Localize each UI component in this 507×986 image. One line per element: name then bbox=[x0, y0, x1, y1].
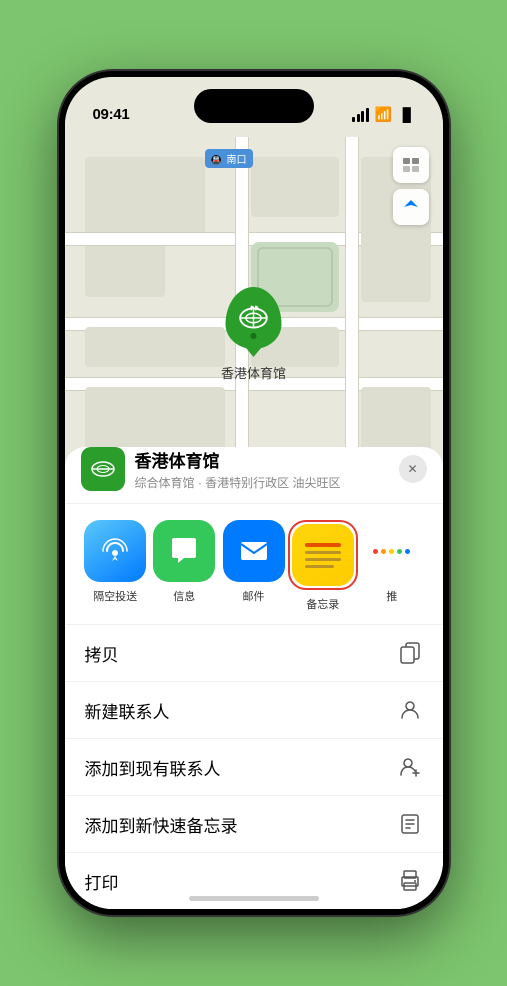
action-new-contact-label: 新建联系人 bbox=[85, 698, 170, 723]
notes-lines bbox=[305, 543, 341, 568]
stadium-svg-icon bbox=[234, 299, 272, 337]
location-icon bbox=[81, 447, 125, 491]
phone-frame: 09:41 📶 ▐▌ bbox=[59, 71, 449, 915]
dynamic-island bbox=[194, 89, 314, 123]
location-stadium-icon bbox=[88, 454, 118, 484]
action-add-existing[interactable]: 添加到现有联系人 bbox=[65, 739, 443, 796]
action-add-note-label: 添加到新快速备忘录 bbox=[85, 812, 238, 837]
share-row: 隔空投送 信息 bbox=[65, 504, 443, 625]
home-indicator bbox=[189, 896, 319, 901]
more-icon bbox=[361, 520, 423, 582]
map-controls bbox=[393, 147, 429, 231]
share-item-more[interactable]: 推 bbox=[357, 520, 426, 612]
new-contact-icon bbox=[397, 697, 423, 723]
location-header: 香港体育馆 综合体育馆 · 香港特别行政区 油尖旺区 ✕ bbox=[65, 447, 443, 504]
stadium-pin bbox=[225, 287, 281, 349]
wifi-icon: 📶 bbox=[375, 106, 392, 123]
battery-icon: ▐▌ bbox=[398, 107, 414, 122]
location-name: 香港体育馆 bbox=[135, 447, 389, 472]
airdrop-icon bbox=[84, 520, 146, 582]
signal-icon bbox=[352, 108, 369, 122]
notes-icon bbox=[292, 524, 354, 586]
action-print-label: 打印 bbox=[85, 869, 119, 894]
map-type-button[interactable] bbox=[393, 147, 429, 183]
phone-screen: 09:41 📶 ▐▌ bbox=[65, 77, 443, 909]
stadium-dot bbox=[250, 333, 256, 339]
stadium-marker[interactable]: 香港体育馆 bbox=[221, 287, 286, 382]
add-existing-icon bbox=[397, 754, 423, 780]
more-dots bbox=[373, 549, 410, 554]
stadium-label: 香港体育馆 bbox=[221, 363, 286, 382]
action-list: 拷贝 新建联系人 bbox=[65, 625, 443, 909]
map-label-badge: 🚇 南口 bbox=[205, 149, 253, 168]
share-item-airdrop[interactable]: 隔空投送 bbox=[81, 520, 150, 612]
action-add-note[interactable]: 添加到新快速备忘录 bbox=[65, 796, 443, 853]
action-add-existing-label: 添加到现有联系人 bbox=[85, 755, 221, 780]
messages-icon bbox=[153, 520, 215, 582]
airdrop-label: 隔空投送 bbox=[93, 588, 137, 604]
close-icon: ✕ bbox=[407, 462, 417, 476]
location-button[interactable] bbox=[393, 189, 429, 225]
close-button[interactable]: ✕ bbox=[399, 455, 427, 483]
map-area[interactable]: 🚇 南口 bbox=[65, 77, 443, 497]
mail-label: 邮件 bbox=[243, 588, 265, 604]
print-icon bbox=[397, 868, 423, 894]
location-info: 香港体育馆 综合体育馆 · 香港特别行政区 油尖旺区 bbox=[135, 447, 389, 491]
copy-icon bbox=[397, 640, 423, 666]
share-item-mail[interactable]: 邮件 bbox=[219, 520, 288, 612]
share-item-notes[interactable]: 备忘录 bbox=[288, 520, 357, 612]
map-type-icon bbox=[401, 155, 421, 175]
notes-label: 备忘录 bbox=[306, 596, 339, 612]
location-arrow-icon bbox=[402, 198, 420, 216]
action-copy-label: 拷贝 bbox=[85, 641, 119, 666]
share-item-messages[interactable]: 信息 bbox=[150, 520, 219, 612]
action-copy[interactable]: 拷贝 bbox=[65, 625, 443, 682]
mail-icon bbox=[223, 520, 285, 582]
action-new-contact[interactable]: 新建联系人 bbox=[65, 682, 443, 739]
add-note-icon bbox=[397, 811, 423, 837]
bottom-sheet: 香港体育馆 综合体育馆 · 香港特别行政区 油尖旺区 ✕ bbox=[65, 447, 443, 909]
location-desc: 综合体育馆 · 香港特别行政区 油尖旺区 bbox=[135, 474, 389, 491]
status-time: 09:41 bbox=[93, 106, 130, 123]
more-label: 推 bbox=[386, 588, 397, 604]
status-icons: 📶 ▐▌ bbox=[352, 106, 414, 123]
messages-label: 信息 bbox=[173, 588, 195, 604]
